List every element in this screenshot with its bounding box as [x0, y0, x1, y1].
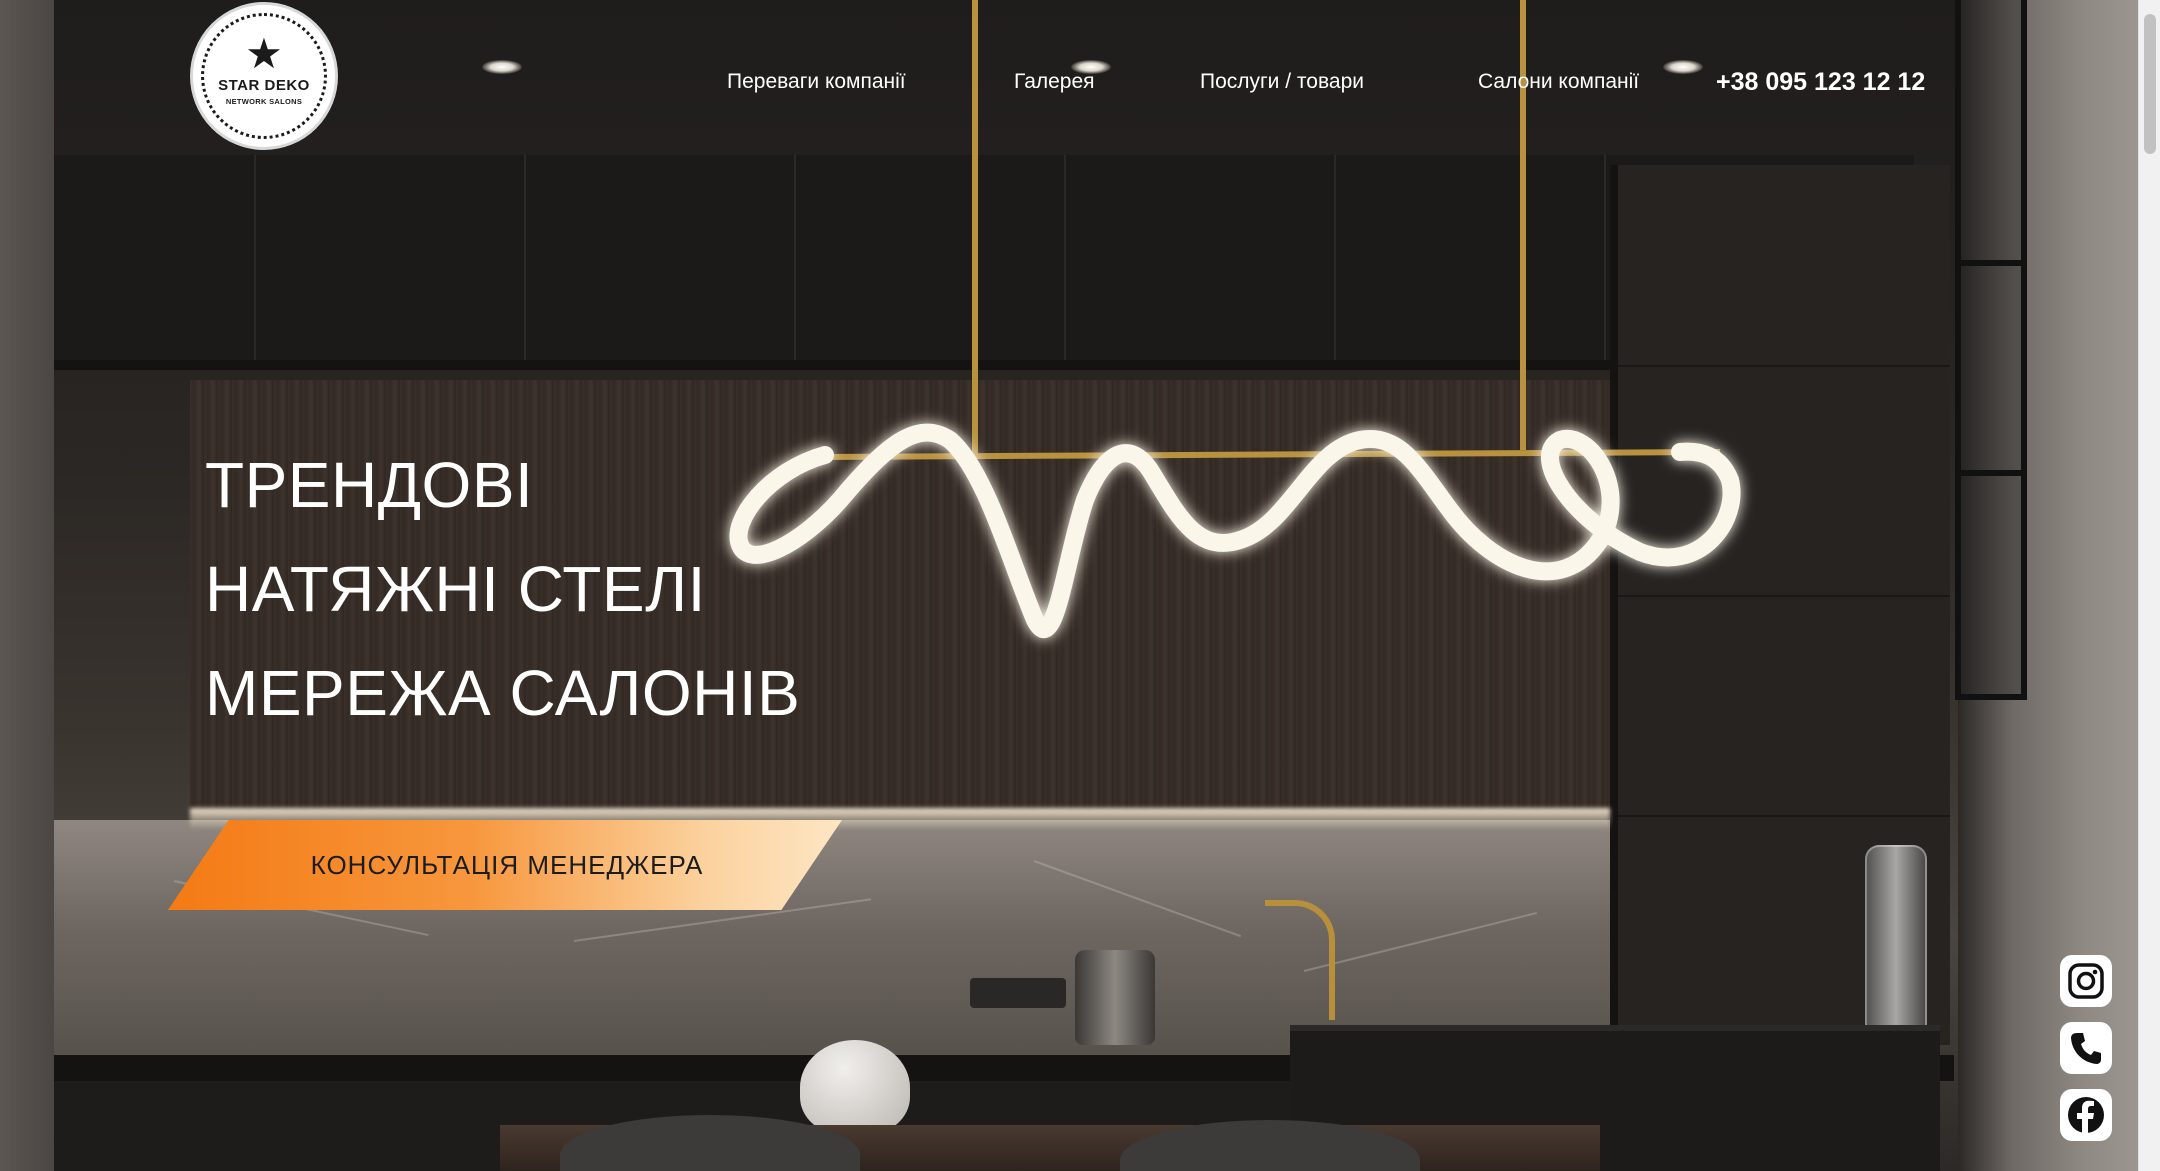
phone-button[interactable] — [2060, 1022, 2112, 1074]
nav-item-gallery[interactable]: Галерея — [1014, 70, 1095, 94]
vertical-scrollbar[interactable] — [2138, 0, 2160, 1171]
nav-item-salons[interactable]: Салони компанії — [1478, 70, 1639, 94]
instagram-icon — [2068, 963, 2104, 999]
logo-subtitle: NETWORK SALONS — [225, 97, 303, 106]
nav-item-services[interactable]: Послуги / товари — [1200, 70, 1364, 94]
page-viewport: ★ STAR DEKO NETWORK SALONS Переваги комп… — [0, 0, 2138, 1171]
hero-heading-line: МЕРЕЖА САЛОНІВ — [205, 657, 801, 729]
phone-icon — [2071, 1033, 2101, 1064]
phone-link[interactable]: +38 095 123 12 12 — [1716, 68, 1925, 97]
nav-item-advantages[interactable]: Переваги компанії — [727, 70, 906, 94]
hero-heading-line: НАТЯЖНІ СТЕЛІ — [205, 553, 706, 625]
scrollbar-thumb[interactable] — [2144, 14, 2156, 154]
facebook-icon — [2068, 1097, 2104, 1133]
star-icon: ★ — [245, 29, 283, 78]
consultation-button[interactable]: КОНСУЛЬТАЦІЯ МЕНЕДЖЕРА — [168, 820, 842, 910]
logo[interactable]: ★ STAR DEKO NETWORK SALONS — [190, 2, 338, 150]
facebook-button[interactable] — [2060, 1089, 2112, 1141]
logo-title: STAR DEKO — [218, 77, 310, 94]
hero-heading-line: ТРЕНДОВІ — [205, 449, 534, 521]
consultation-button-label: КОНСУЛЬТАЦІЯ МЕНЕДЖЕРА — [310, 849, 704, 880]
instagram-button[interactable] — [2060, 955, 2112, 1007]
